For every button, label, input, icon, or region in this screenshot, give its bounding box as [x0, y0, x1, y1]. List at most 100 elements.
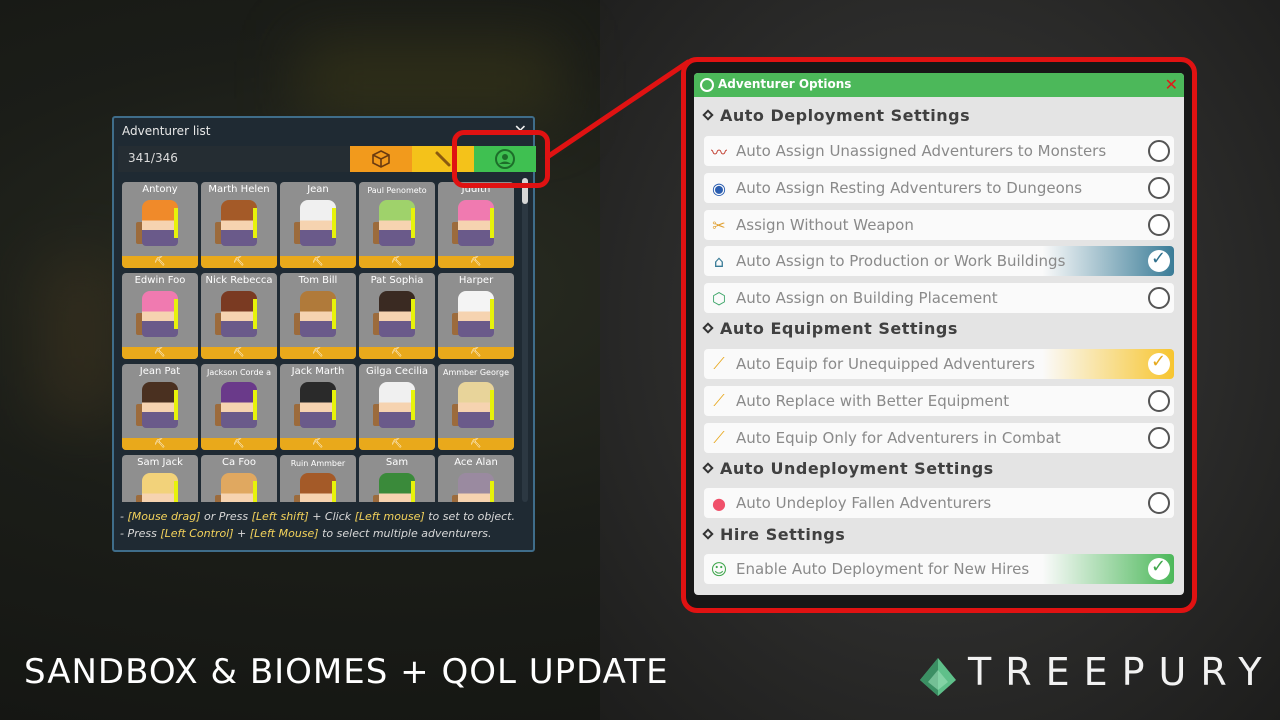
- weapon-icon: [253, 299, 257, 329]
- adventurer-card[interactable]: Sam Jack⛏: [122, 455, 198, 502]
- option-row[interactable]: ⟋ Auto Equip Only for Adventurers in Comb…: [704, 423, 1174, 453]
- checkbox-unchecked[interactable]: [1148, 427, 1170, 449]
- adventurer-portrait: [458, 291, 494, 337]
- adventurer-portrait: [221, 291, 257, 337]
- pickaxe-icon: ⛏: [122, 256, 198, 268]
- adventurer-portrait: [458, 473, 494, 502]
- adventurer-name: Paul Penometo: [367, 186, 427, 195]
- adventurer-card[interactable]: Pat Sophia ⛏: [359, 273, 435, 359]
- adventurer-name: Jean Pat: [139, 366, 181, 377]
- weapon-icon: [332, 481, 336, 502]
- adventurer-card[interactable]: Ca Foo⛏: [201, 455, 277, 502]
- option-row[interactable]: ☺ Enable Auto Deployment for New Hires: [704, 554, 1174, 584]
- weapon-icon: [435, 151, 451, 167]
- update-banner: SANDBOX & BIOMES + QOL UPDATE: [24, 652, 669, 692]
- option-row[interactable]: ⟋ Auto Replace with Better Equipment: [704, 386, 1174, 416]
- adventurer-name: Antony: [142, 184, 178, 195]
- checkbox-checked[interactable]: [1148, 351, 1170, 375]
- option-row[interactable]: ⟋ Auto Equip for Unequipped Adventurers: [704, 349, 1174, 379]
- no-weapon-icon: ✂: [712, 215, 726, 235]
- adventurer-name: Ruin Ammber: [290, 459, 346, 468]
- adventurer-portrait: [221, 200, 257, 246]
- adventurer-name: Jack Marth: [291, 366, 345, 377]
- checkbox-unchecked[interactable]: [1148, 177, 1170, 199]
- adventurer-portrait: [379, 382, 415, 428]
- hint-text: - Press: [120, 527, 161, 540]
- hint-key: [Left Mouse]: [249, 527, 319, 540]
- checkbox-unchecked[interactable]: [1148, 287, 1170, 309]
- sword-icon: ⟋: [713, 391, 725, 410]
- section-hire: Hire Settings: [702, 525, 846, 544]
- section-title: Hire Settings: [720, 525, 846, 544]
- section-title: Auto Undeployment Settings: [720, 459, 994, 478]
- building-icon: ⌂: [713, 251, 725, 271]
- weapon-icon: [490, 390, 494, 420]
- pickaxe-icon: ⛏: [438, 256, 514, 268]
- option-row[interactable]: ⌂ Auto Assign to Production or Work Build…: [704, 246, 1174, 276]
- close-icon[interactable]: ✕: [1165, 75, 1178, 94]
- adventurer-card[interactable]: Tom Bill ⛏: [280, 273, 356, 359]
- adventurer-card[interactable]: Jack Marth ⛏: [280, 364, 356, 450]
- option-label: Auto Assign to Production or Work Buildi…: [736, 252, 1066, 270]
- tab-buildings[interactable]: [350, 146, 412, 172]
- section-title: Auto Deployment Settings: [720, 106, 971, 125]
- adventurer-name: Jean: [307, 184, 329, 195]
- adventurer-portrait: [300, 291, 336, 337]
- pickaxe-icon: ⛏: [438, 347, 514, 359]
- checkbox-unchecked[interactable]: [1148, 492, 1170, 514]
- adventurer-card[interactable]: Sam⛏: [359, 455, 435, 502]
- adventurer-card[interactable]: Antony ⛏: [122, 182, 198, 268]
- adventurer-portrait: [142, 382, 178, 428]
- adventurer-card[interactable]: Nick Rebecca ⛏: [201, 273, 277, 359]
- section-auto-deployment: Auto Deployment Settings: [702, 106, 971, 125]
- pickaxe-icon: ⛏: [201, 438, 277, 450]
- option-row[interactable]: ✂ Assign Without Weapon: [704, 210, 1174, 240]
- checkbox-unchecked[interactable]: [1148, 390, 1170, 412]
- option-row[interactable]: ◉ Auto Assign Resting Adventurers to Dung…: [704, 173, 1174, 203]
- adventurer-card[interactable]: Ace Alan⛏: [438, 455, 514, 502]
- pickaxe-icon: ⛏: [359, 438, 435, 450]
- adventurer-card[interactable]: Jackson Corde a ⛏: [201, 364, 277, 450]
- hint-text: +: [233, 527, 250, 540]
- checkbox-checked[interactable]: [1148, 556, 1170, 580]
- pickaxe-icon: ⛏: [280, 438, 356, 450]
- adventurer-card[interactable]: Ruin Ammber⛏: [280, 455, 356, 502]
- adventurer-card[interactable]: Edwin Foo ⛏: [122, 273, 198, 359]
- adventurer-card[interactable]: Gilga Cecilia ⛏: [359, 364, 435, 450]
- adventurer-portrait: [379, 291, 415, 337]
- option-row[interactable]: ⬡ Auto Assign on Building Placement: [704, 283, 1174, 313]
- adventurer-card[interactable]: Paul Penometo ⛏: [359, 182, 435, 268]
- adventurer-name: Harper: [458, 275, 494, 286]
- checkbox-checked[interactable]: [1148, 248, 1170, 272]
- adventurer-name: Sam Jack: [137, 457, 183, 468]
- option-row[interactable]: ● Auto Undeploy Fallen Adventurers: [704, 488, 1174, 518]
- weapon-icon: [411, 390, 415, 420]
- hint-key: [Mouse drag]: [127, 510, 201, 523]
- treepury-logo-icon: [920, 658, 956, 696]
- adventurer-card[interactable]: Judith ⛏: [438, 182, 514, 268]
- adventurer-options-window: Adventurer Options ✕ Auto Deployment Set…: [694, 73, 1184, 595]
- adventurer-name: Edwin Foo: [134, 275, 186, 286]
- adventurer-name: Ca Foo: [222, 457, 256, 468]
- weapon-icon: [253, 481, 257, 502]
- pickaxe-icon: ⛏: [280, 347, 356, 359]
- checkbox-unchecked[interactable]: [1148, 214, 1170, 236]
- adventurer-name: Marth Helen: [208, 184, 270, 195]
- adventurer-card[interactable]: Ammber George ⛏: [438, 364, 514, 450]
- adventurer-card[interactable]: Jean ⛏: [280, 182, 356, 268]
- adventurer-card[interactable]: Marth Helen ⛏: [201, 182, 277, 268]
- hint-text: or Press: [200, 510, 252, 523]
- checkbox-unchecked[interactable]: [1148, 140, 1170, 162]
- adventurer-count: 341/346: [128, 151, 178, 165]
- adventurer-name: Gilga Cecilia: [365, 366, 429, 377]
- pickaxe-icon: ⛏: [359, 256, 435, 268]
- adventurer-card[interactable]: Harper ⛏: [438, 273, 514, 359]
- scrollbar[interactable]: [522, 178, 528, 502]
- diamond-icon: [702, 528, 714, 540]
- option-label: Enable Auto Deployment for New Hires: [736, 560, 1030, 578]
- adventurer-portrait: [300, 200, 336, 246]
- hint-text: to set to object.: [424, 510, 515, 523]
- option-row[interactable]: 〰 Auto Assign Unassigned Adventurers to M…: [704, 136, 1174, 166]
- adventurer-portrait: [142, 200, 178, 246]
- adventurer-card[interactable]: Jean Pat ⛏: [122, 364, 198, 450]
